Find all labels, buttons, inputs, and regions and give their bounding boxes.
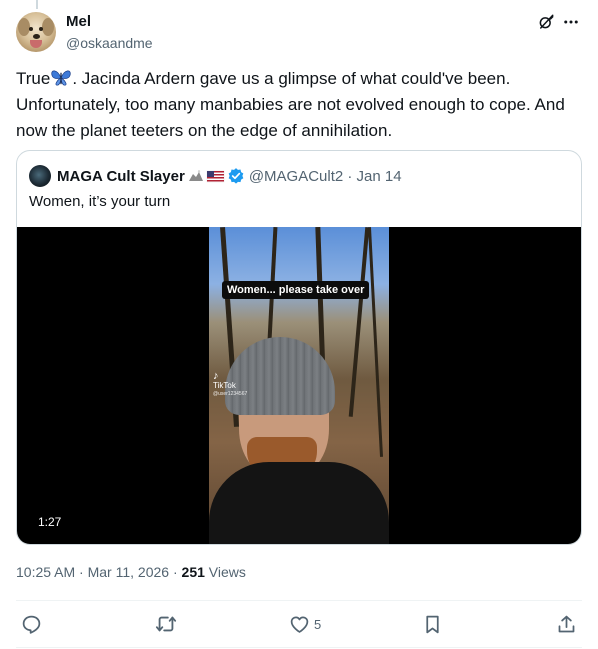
tiktok-watermark: ♪ TikTok @user1234567 bbox=[213, 370, 248, 399]
tiktok-user: @user1234567 bbox=[213, 391, 248, 397]
divider bbox=[16, 600, 582, 601]
like-count: 5 bbox=[314, 616, 322, 632]
tweet-date[interactable]: Mar 11, 2026 bbox=[88, 564, 169, 580]
tweet-text: True . Jacinda Ardern gave us a glimpse … bbox=[16, 66, 582, 144]
reply-icon bbox=[22, 615, 41, 634]
like-button[interactable]: 5 bbox=[289, 612, 321, 636]
reply-button[interactable] bbox=[21, 612, 42, 636]
tweet-line-1b: . Jacinda Ardern gave us a glimpse of wh… bbox=[72, 69, 511, 88]
quote-tweet-card[interactable]: MAGA Cult Slayer @MAGACult2 · Jan 14 Wom… bbox=[16, 150, 582, 545]
author-handle[interactable]: @oskaandme bbox=[66, 35, 153, 51]
meta-separator: · bbox=[172, 564, 182, 580]
butterfly-icon bbox=[51, 70, 71, 86]
grok-icon[interactable] bbox=[536, 12, 556, 32]
video-frame: ♪ TikTok @user1234567 bbox=[209, 227, 389, 544]
share-button[interactable] bbox=[556, 612, 577, 636]
more-icon[interactable] bbox=[561, 12, 581, 32]
quote-author-name[interactable]: MAGA Cult Slayer bbox=[57, 168, 185, 185]
tweet-meta: 10:25 AM · Mar 11, 2026 · 251 Views bbox=[16, 564, 246, 580]
share-icon bbox=[558, 615, 575, 632]
tiktok-logo-icon: ♪ bbox=[213, 370, 219, 382]
divider bbox=[16, 647, 582, 648]
retweet-button[interactable] bbox=[155, 612, 177, 636]
tiktok-label: TikTok bbox=[213, 381, 236, 390]
meta-separator: · bbox=[79, 564, 88, 580]
quote-text: Women, it’s your turn bbox=[29, 193, 171, 210]
like-icon bbox=[290, 615, 309, 633]
retweet-icon bbox=[155, 616, 177, 632]
avatar[interactable] bbox=[16, 12, 56, 52]
verified-icon bbox=[228, 168, 244, 184]
person-jacket bbox=[209, 462, 389, 544]
views-label: Views bbox=[208, 564, 246, 580]
action-bar: 5 bbox=[0, 612, 598, 636]
quote-avatar[interactable] bbox=[29, 165, 51, 187]
tweet-line-3: now the planet teeters on the edge of an… bbox=[16, 121, 393, 140]
video-caption: Women... please take over bbox=[222, 281, 370, 299]
views-count: 251 bbox=[181, 564, 205, 580]
tweet-line-1: True bbox=[16, 69, 51, 88]
flag-emoji-icon bbox=[188, 169, 225, 183]
bookmark-button[interactable] bbox=[422, 612, 443, 636]
quote-handle-date[interactable]: @MAGACult2 · Jan 14 bbox=[249, 168, 402, 185]
author-name[interactable]: Mel bbox=[66, 13, 91, 30]
tweet-line-2: Unfortunately, too many manbabies are no… bbox=[16, 95, 565, 114]
bookmark-icon bbox=[426, 615, 439, 633]
tweet-time[interactable]: 10:25 AM bbox=[16, 564, 75, 580]
video-player[interactable]: ♪ TikTok @user1234567 Women... please ta… bbox=[17, 227, 581, 544]
thread-connector bbox=[36, 0, 38, 9]
video-duration: 1:27 bbox=[38, 515, 62, 529]
quote-header: MAGA Cult Slayer @MAGACult2 · Jan 14 bbox=[29, 165, 402, 187]
